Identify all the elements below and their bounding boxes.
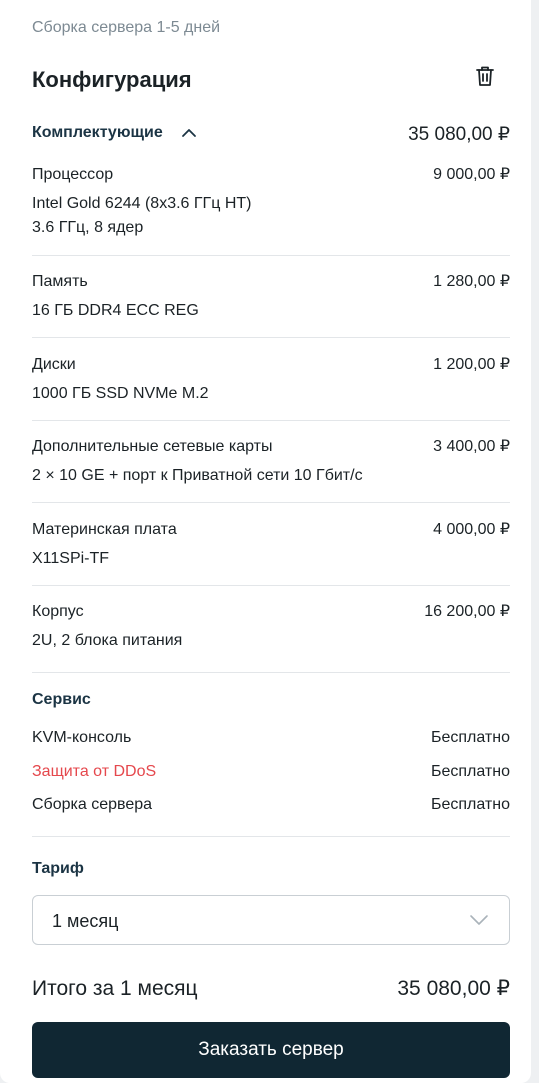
component-price: 1 200,00 ₽ (433, 356, 510, 373)
assembly-time-note: Сборка сервера 1-5 дней (32, 19, 221, 36)
component-price: 16 200,00 ₽ (424, 603, 510, 620)
component-price: 3 400,00 ₽ (433, 438, 510, 455)
component-price: 9 000,00 ₽ (433, 166, 510, 183)
service-title: Сервис (32, 691, 91, 708)
service-value: Бесплатно (430, 796, 510, 813)
component-item-memory: Память 16 ГБ DDR4 ECC REG 1 280,00 ₽ (32, 271, 510, 323)
service-value: Бесплатно (430, 729, 510, 746)
summary-row: Итого за 1 месяц 35 080,00 ₽ (32, 976, 510, 1002)
tariff-title: Тариф (32, 860, 84, 877)
divider (32, 420, 510, 421)
chevron-up-icon[interactable] (181, 127, 197, 139)
service-name: KVM-консоль (32, 729, 132, 746)
page-title: Конфигурация (32, 67, 192, 92)
components-title: Комплектующие (32, 124, 163, 141)
config-card: Сборка сервера 1-5 дней Конфигурация Ком… (0, 0, 531, 1083)
config-header: Конфигурация (32, 66, 510, 94)
tariff-selected-value: 1 месяц (52, 911, 119, 931)
component-desc-secondary: 3.6 ГГц, 8 ядер (32, 219, 144, 236)
component-desc: 16 ГБ DDR4 ECC REG (32, 302, 199, 319)
order-server-button[interactable]: Заказать сервер (32, 1022, 510, 1078)
divider (32, 255, 510, 256)
component-desc: 1000 ГБ SSD NVMe M.2 (32, 385, 209, 402)
component-item-motherboard: Материнская плата X11SPi-TF 4 000,00 ₽ (32, 519, 510, 571)
chevron-down-icon (469, 914, 489, 926)
service-name-ddos-link[interactable]: Защита от DDoS (32, 763, 156, 780)
components-total: 35 080,00 ₽ (408, 124, 510, 145)
component-item-network-cards: Дополнительные сетевые карты 2 × 10 GE +… (32, 436, 510, 488)
tariff-select[interactable]: 1 месяц (32, 895, 510, 945)
service-row-kvm: KVM-консоль Бесплатно (32, 727, 510, 749)
service-row-assembly: Сборка сервера Бесплатно (32, 794, 510, 816)
divider (32, 585, 510, 586)
components-section-header: Комплектующие 35 080,00 ₽ (32, 122, 510, 145)
service-section-header: Сервис (32, 689, 510, 711)
component-item-disks: Диски 1000 ГБ SSD NVMe M.2 1 200,00 ₽ (32, 354, 510, 406)
component-price: 1 280,00 ₽ (433, 273, 510, 290)
component-desc: X11SPi-TF (32, 550, 110, 567)
service-row-ddos: Защита от DDoS Бесплатно (32, 761, 510, 783)
service-value: Бесплатно (430, 763, 510, 780)
divider (32, 337, 510, 338)
summary-amount: 35 080,00 ₽ (397, 977, 510, 1000)
service-name: Сборка сервера (32, 796, 153, 813)
summary-label: Итого за 1 месяц (32, 977, 198, 1000)
component-desc: 2 × 10 GE + порт к Приватной сети 10 Гби… (32, 467, 363, 484)
component-item-cpu: Процессор Intel Gold 6244 (8x3.6 ГГц HT)… (32, 164, 510, 240)
trash-icon[interactable] (474, 64, 496, 88)
component-item-chassis: Корпус 2U, 2 блока питания 16 200,00 ₽ (32, 601, 510, 653)
divider (32, 502, 510, 503)
component-desc: 2U, 2 блока питания (32, 632, 183, 649)
component-desc: Intel Gold 6244 (8x3.6 ГГц HT) (32, 195, 252, 212)
tariff-section-header: Тариф (32, 858, 510, 880)
component-price: 4 000,00 ₽ (433, 521, 510, 538)
divider (32, 672, 510, 673)
divider (32, 836, 510, 837)
